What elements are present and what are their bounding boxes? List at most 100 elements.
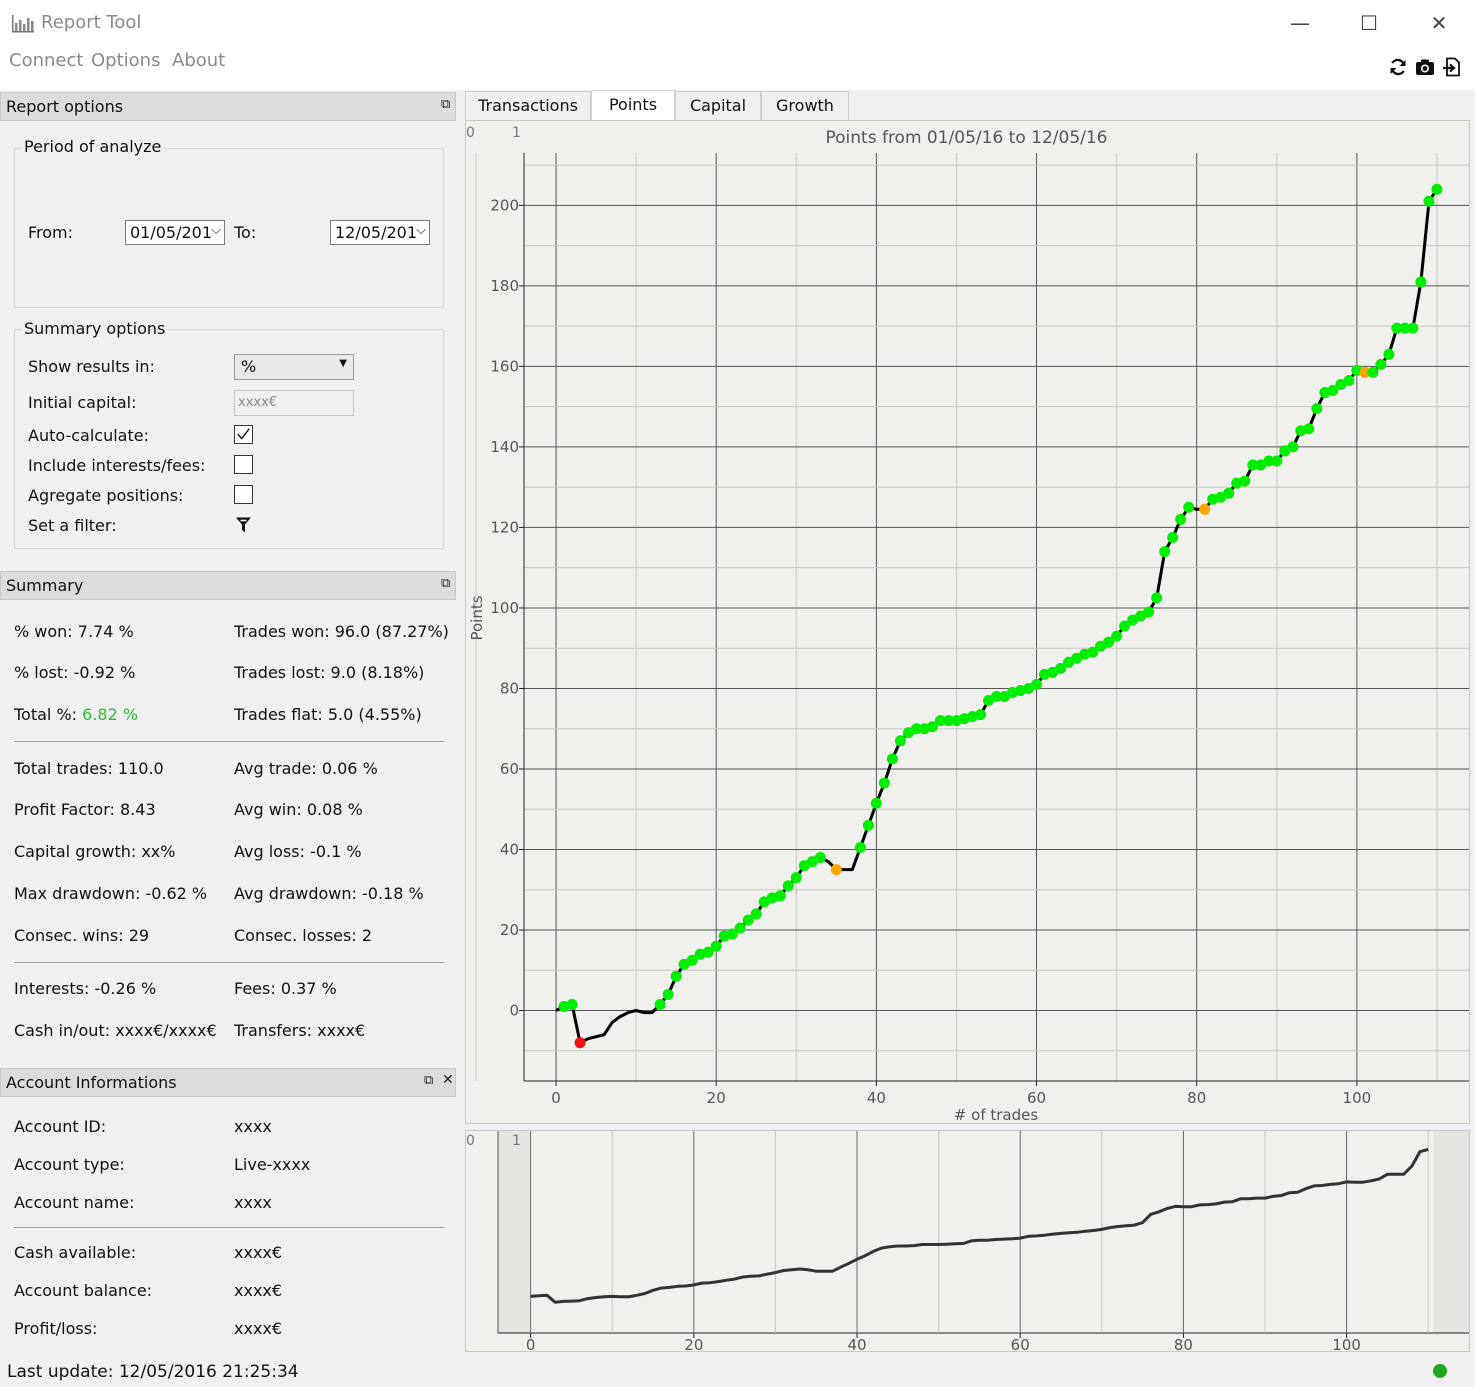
to-date-input[interactable]: 12/05/201 ⌵ — [330, 220, 430, 245]
tab-growth[interactable]: Growth — [761, 91, 849, 120]
account-divider — [14, 1227, 444, 1228]
account-type-label: Account type: — [14, 1155, 125, 1174]
win-point — [1111, 630, 1123, 642]
window-title: Report Tool — [41, 12, 142, 33]
show-results-label: Show results in: — [28, 357, 155, 376]
win-point — [1311, 403, 1323, 415]
win-point — [1375, 358, 1387, 370]
auto-calculate-label: Auto-calculate: — [28, 426, 149, 445]
y-tick-label: 0 — [509, 1002, 519, 1020]
consec-losses: Consec. losses: 2 — [234, 926, 372, 945]
auto-calculate-checkbox[interactable] — [234, 425, 253, 444]
cash-available-value: xxxx€ — [234, 1243, 283, 1262]
summary-divider — [14, 962, 444, 963]
maximize-button[interactable]: ☐ — [1346, 8, 1392, 38]
points-chart-panel: 0 20 40 60 80 100 0 20 40 60 80 100 120 140 160 180 200 P… — [465, 120, 1470, 1124]
win-point — [734, 922, 746, 934]
win-point — [1343, 374, 1355, 386]
win-point — [774, 890, 786, 902]
win-point — [1367, 366, 1379, 378]
from-date-input[interactable]: 01/05/201 ⌵ — [125, 220, 225, 245]
y-axis-label: Points — [468, 595, 486, 640]
undock-icon[interactable]: ⧉ — [441, 576, 450, 591]
cash-in-out: Cash in/out: xxxx€/xxxx€ — [14, 1021, 217, 1040]
overview-chart[interactable]: 0 20 40 60 80 100 0 1 — [466, 1131, 1469, 1351]
account-name-label: Account name: — [14, 1193, 135, 1212]
series-line — [555, 188, 1439, 1045]
chevron-down-icon: ⌵ — [416, 223, 426, 238]
menu-about[interactable]: About — [172, 50, 225, 71]
summary-divider — [14, 741, 444, 742]
chevron-down-icon: ⌵ — [211, 223, 221, 238]
overview-x-tick-label: 100 — [1332, 1336, 1361, 1351]
win-point — [1239, 475, 1251, 487]
win-point — [1431, 183, 1443, 195]
win-point — [1143, 606, 1155, 618]
overview-x-tick-label: 40 — [847, 1336, 866, 1351]
avg-trade: Avg trade: 0.06 % — [234, 759, 378, 778]
summary-header: Summary ⧉ — [0, 571, 456, 600]
tab-transactions[interactable]: Transactions — [465, 91, 591, 120]
initial-capital-label: Initial capital: — [28, 393, 137, 412]
y-tick-label: 140 — [490, 438, 519, 456]
win-point — [1031, 678, 1043, 690]
avg-drawdown: Avg drawdown: -0.18 % — [234, 884, 424, 903]
aggregate-positions-checkbox[interactable] — [234, 485, 253, 504]
flat-point — [830, 864, 842, 876]
tab-capital[interactable]: Capital — [675, 91, 761, 120]
initial-capital-input[interactable]: xxxx€ — [234, 390, 354, 416]
profit-loss-label: Profit/loss: — [14, 1319, 98, 1338]
win-point — [1407, 322, 1419, 334]
include-fees-checkbox[interactable] — [234, 455, 253, 474]
menu-options[interactable]: Options — [91, 50, 160, 71]
close-button[interactable]: ✕ — [1416, 8, 1462, 38]
overview-x-tick-label: 20 — [684, 1336, 703, 1351]
consec-wins: Consec. wins: 29 — [14, 926, 150, 945]
export-icon[interactable] — [1442, 57, 1462, 77]
x-tick-label: 20 — [707, 1089, 726, 1107]
overview-shade — [1433, 1131, 1469, 1333]
from-label: From: — [28, 223, 74, 242]
corner-label: 1 — [512, 125, 521, 141]
checkmark-icon — [237, 428, 250, 440]
account-balance-label: Account balance: — [14, 1281, 153, 1300]
y-tick-label: 200 — [490, 196, 519, 214]
win-point — [870, 797, 882, 809]
show-results-select[interactable]: % ▼ — [234, 354, 354, 380]
filter-icon[interactable] — [235, 516, 252, 534]
win-point — [894, 735, 906, 747]
win-point — [974, 709, 986, 721]
close-icon[interactable]: ✕ — [442, 1072, 454, 1088]
set-filter-label: Set a filter: — [28, 516, 117, 535]
win-point — [790, 872, 802, 884]
win-point — [1223, 487, 1235, 499]
refresh-icon[interactable] — [1388, 57, 1408, 77]
tab-points[interactable]: Points — [591, 90, 675, 121]
minimize-button[interactable]: — — [1277, 8, 1323, 38]
total-pct: Total %: 6.82 % — [14, 705, 138, 724]
win-point — [878, 777, 890, 789]
overview-series-line — [530, 1148, 1429, 1304]
win-point — [1151, 592, 1163, 604]
y-tick-label: 80 — [500, 679, 519, 697]
y-tick-label: 160 — [490, 357, 519, 375]
overview-corner-label: 1 — [512, 1133, 521, 1149]
y-tick-label: 60 — [500, 760, 519, 778]
win-point — [654, 999, 666, 1011]
menu-connect[interactable]: Connect — [9, 50, 83, 71]
camera-icon[interactable] — [1415, 57, 1435, 77]
show-results-value: % — [241, 357, 257, 376]
account-header: Account Informations ⧉ ✕ — [0, 1068, 456, 1097]
undock-icon[interactable]: ⧉ — [424, 1073, 433, 1088]
overview-x-tick-label: 80 — [1174, 1336, 1193, 1351]
undock-icon[interactable]: ⧉ — [441, 97, 450, 112]
win-point — [1415, 276, 1427, 288]
points-chart[interactable]: 0 20 40 60 80 100 0 20 40 60 80 100 120 140 160 180 200 P… — [466, 121, 1469, 1123]
overview-x-tick-label: 60 — [1011, 1336, 1030, 1351]
from-date-value: 01/05/201 — [130, 223, 213, 242]
x-tick-label: 80 — [1187, 1089, 1206, 1107]
chart-title: Points from 01/05/16 to 12/05/16 — [825, 128, 1107, 148]
x-tick-label: 100 — [1343, 1089, 1372, 1107]
total-pct-label: Total %: — [14, 705, 83, 724]
loss-point — [574, 1037, 586, 1049]
